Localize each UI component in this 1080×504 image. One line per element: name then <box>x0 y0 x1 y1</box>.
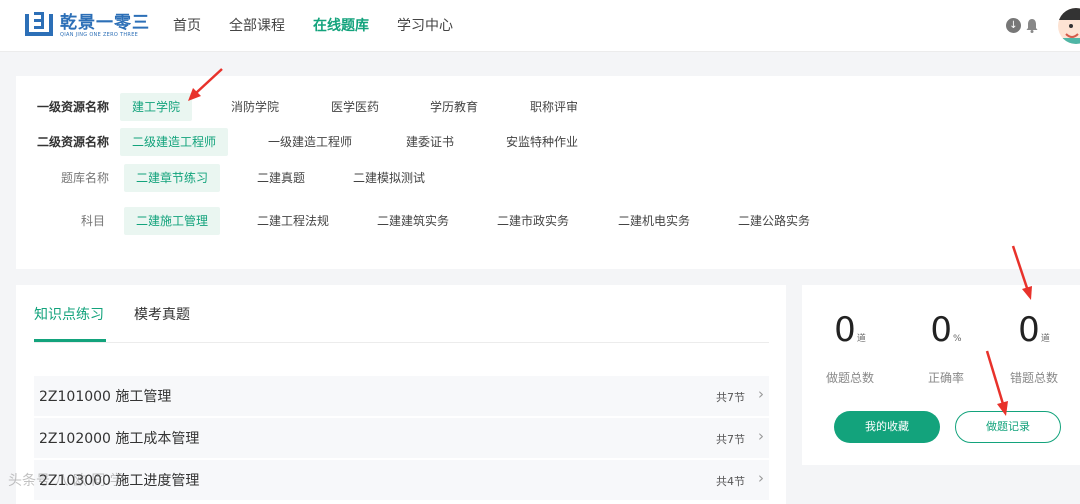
filter-label-bank: 题库名称 <box>60 171 109 185</box>
filter-option-mock-test[interactable]: 二建模拟测试 <box>341 164 437 192</box>
stat-unit: 道 <box>856 334 866 344</box>
filter-option-anjian[interactable]: 安监特种作业 <box>494 128 590 156</box>
filter-option-xueli[interactable]: 学历教育 <box>418 93 490 121</box>
stat-wrong-questions: 0道 错题总数 <box>994 308 1074 386</box>
stat-value: 0 <box>834 310 856 350</box>
filter-option-jianzhu[interactable]: 二建建筑实务 <box>365 207 461 235</box>
bell-icon[interactable] <box>1026 18 1038 33</box>
filter-option-shigong[interactable]: 二建施工管理 <box>124 207 221 235</box>
header-icons: ↓ <box>1006 18 1038 33</box>
stat-value: 0 <box>930 310 953 350</box>
filter-option-yijian[interactable]: 一级建造工程师 <box>256 128 364 156</box>
stat-label: 做题总数 <box>825 371 874 385</box>
tab-knowledge-practice[interactable]: 知识点练习 <box>34 305 104 325</box>
chevron-right-icon: › <box>758 427 764 445</box>
filter-row-level1: 一级资源名称 建工学院 消防学院 医学医药 学历教育 职称评审 <box>16 93 1080 121</box>
logo-mark-icon <box>25 12 53 36</box>
nav-item-question-bank[interactable]: 在线题库 <box>313 16 369 36</box>
watermark: 头条号 八 欧 同 学 <box>8 473 124 489</box>
resource-filter-panel: 一级资源名称 建工学院 消防学院 医学医药 学历教育 职称评审 二级资源名称 二… <box>16 76 1080 269</box>
chapter-title: 2Z101000 施工管理 <box>39 389 172 405</box>
filter-label-level2: 二级资源名称 <box>36 135 109 149</box>
stats-panel: 0道 做题总数 0% 正确率 0道 错题总数 我的收藏 做题记录 <box>802 285 1080 465</box>
nav-item-home[interactable]: 首页 <box>173 16 201 36</box>
top-header: 乾景一零三 QIAN JING ONE ZERO THREE 首页 全部课程 在… <box>0 0 1080 52</box>
chevron-right-icon: › <box>758 385 764 403</box>
filter-row-level2: 二级资源名称 二级建造工程师 一级建造工程师 建委证书 安监特种作业 <box>16 128 1080 156</box>
filter-option-xiaofang[interactable]: 消防学院 <box>219 93 291 121</box>
tab-mock-exam[interactable]: 模考真题 <box>134 305 190 325</box>
filter-row-bank: 题库名称 二建章节练习 二建真题 二建模拟测试 <box>16 164 1080 192</box>
filter-option-fagui[interactable]: 二建工程法规 <box>245 207 341 235</box>
chevron-right-icon: › <box>758 469 764 487</box>
filter-label-level1: 一级资源名称 <box>36 100 109 114</box>
practice-panel: 知识点练习 模考真题 2Z101000 施工管理 共7节 › 2Z102000 … <box>16 285 786 504</box>
answer-records-button[interactable]: 做题记录 <box>955 411 1061 443</box>
stat-accuracy: 0% 正确率 <box>906 308 986 386</box>
filter-option-jianwei[interactable]: 建委证书 <box>394 128 466 156</box>
filter-label-subject: 科目 <box>80 214 105 228</box>
chapter-count: 共4节 <box>716 475 745 488</box>
stat-total-questions: 0道 做题总数 <box>810 308 890 386</box>
filter-option-gonglu[interactable]: 二建公路实务 <box>726 207 822 235</box>
filter-option-shizheng[interactable]: 二建市政实务 <box>485 207 581 235</box>
nav-item-learning-center[interactable]: 学习中心 <box>397 16 453 36</box>
stat-label: 错题总数 <box>1009 371 1058 385</box>
chapter-row[interactable]: 2Z103000 施工进度管理 共4节 › <box>34 460 769 500</box>
filter-option-yixue[interactable]: 医学医药 <box>319 93 391 121</box>
brand-name: 乾景一零三 <box>60 13 150 33</box>
download-circle-icon[interactable]: ↓ <box>1006 18 1021 33</box>
filter-row-subject: 科目 二建施工管理 二建工程法规 二建建筑实务 二建市政实务 二建机电实务 二建… <box>16 207 1080 235</box>
stat-label: 正确率 <box>927 371 964 385</box>
nav-item-all-courses[interactable]: 全部课程 <box>229 16 285 36</box>
stat-unit: 道 <box>1040 334 1050 344</box>
filter-option-zhicheng[interactable]: 职称评审 <box>518 93 590 121</box>
main-nav: 首页 全部课程 在线题库 学习中心 <box>173 16 481 36</box>
my-favorites-button[interactable]: 我的收藏 <box>834 411 940 443</box>
filter-option-chapter-practice[interactable]: 二建章节练习 <box>124 164 221 192</box>
chapter-row[interactable]: 2Z101000 施工管理 共7节 › <box>34 376 769 416</box>
chapter-title: 2Z102000 施工成本管理 <box>39 431 200 447</box>
brand-logo[interactable]: 乾景一零三 QIAN JING ONE ZERO THREE <box>24 8 149 44</box>
stat-unit: % <box>953 334 962 344</box>
chapter-row[interactable]: 2Z102000 施工成本管理 共7节 › <box>34 418 769 458</box>
stat-value: 0 <box>1018 310 1040 350</box>
avatar[interactable] <box>1058 8 1080 44</box>
tab-divider <box>34 342 769 343</box>
avatar-face-icon <box>1058 8 1080 44</box>
filter-option-jidian[interactable]: 二建机电实务 <box>606 207 702 235</box>
filter-option-jiangong[interactable]: 建工学院 <box>120 93 193 121</box>
filter-option-real-exam[interactable]: 二建真题 <box>245 164 317 192</box>
filter-option-erjian[interactable]: 二级建造工程师 <box>120 128 229 156</box>
chapter-count: 共7节 <box>716 433 745 446</box>
chapter-count: 共7节 <box>716 391 745 404</box>
brand-subtitle: QIAN JING ONE ZERO THREE <box>60 32 139 38</box>
